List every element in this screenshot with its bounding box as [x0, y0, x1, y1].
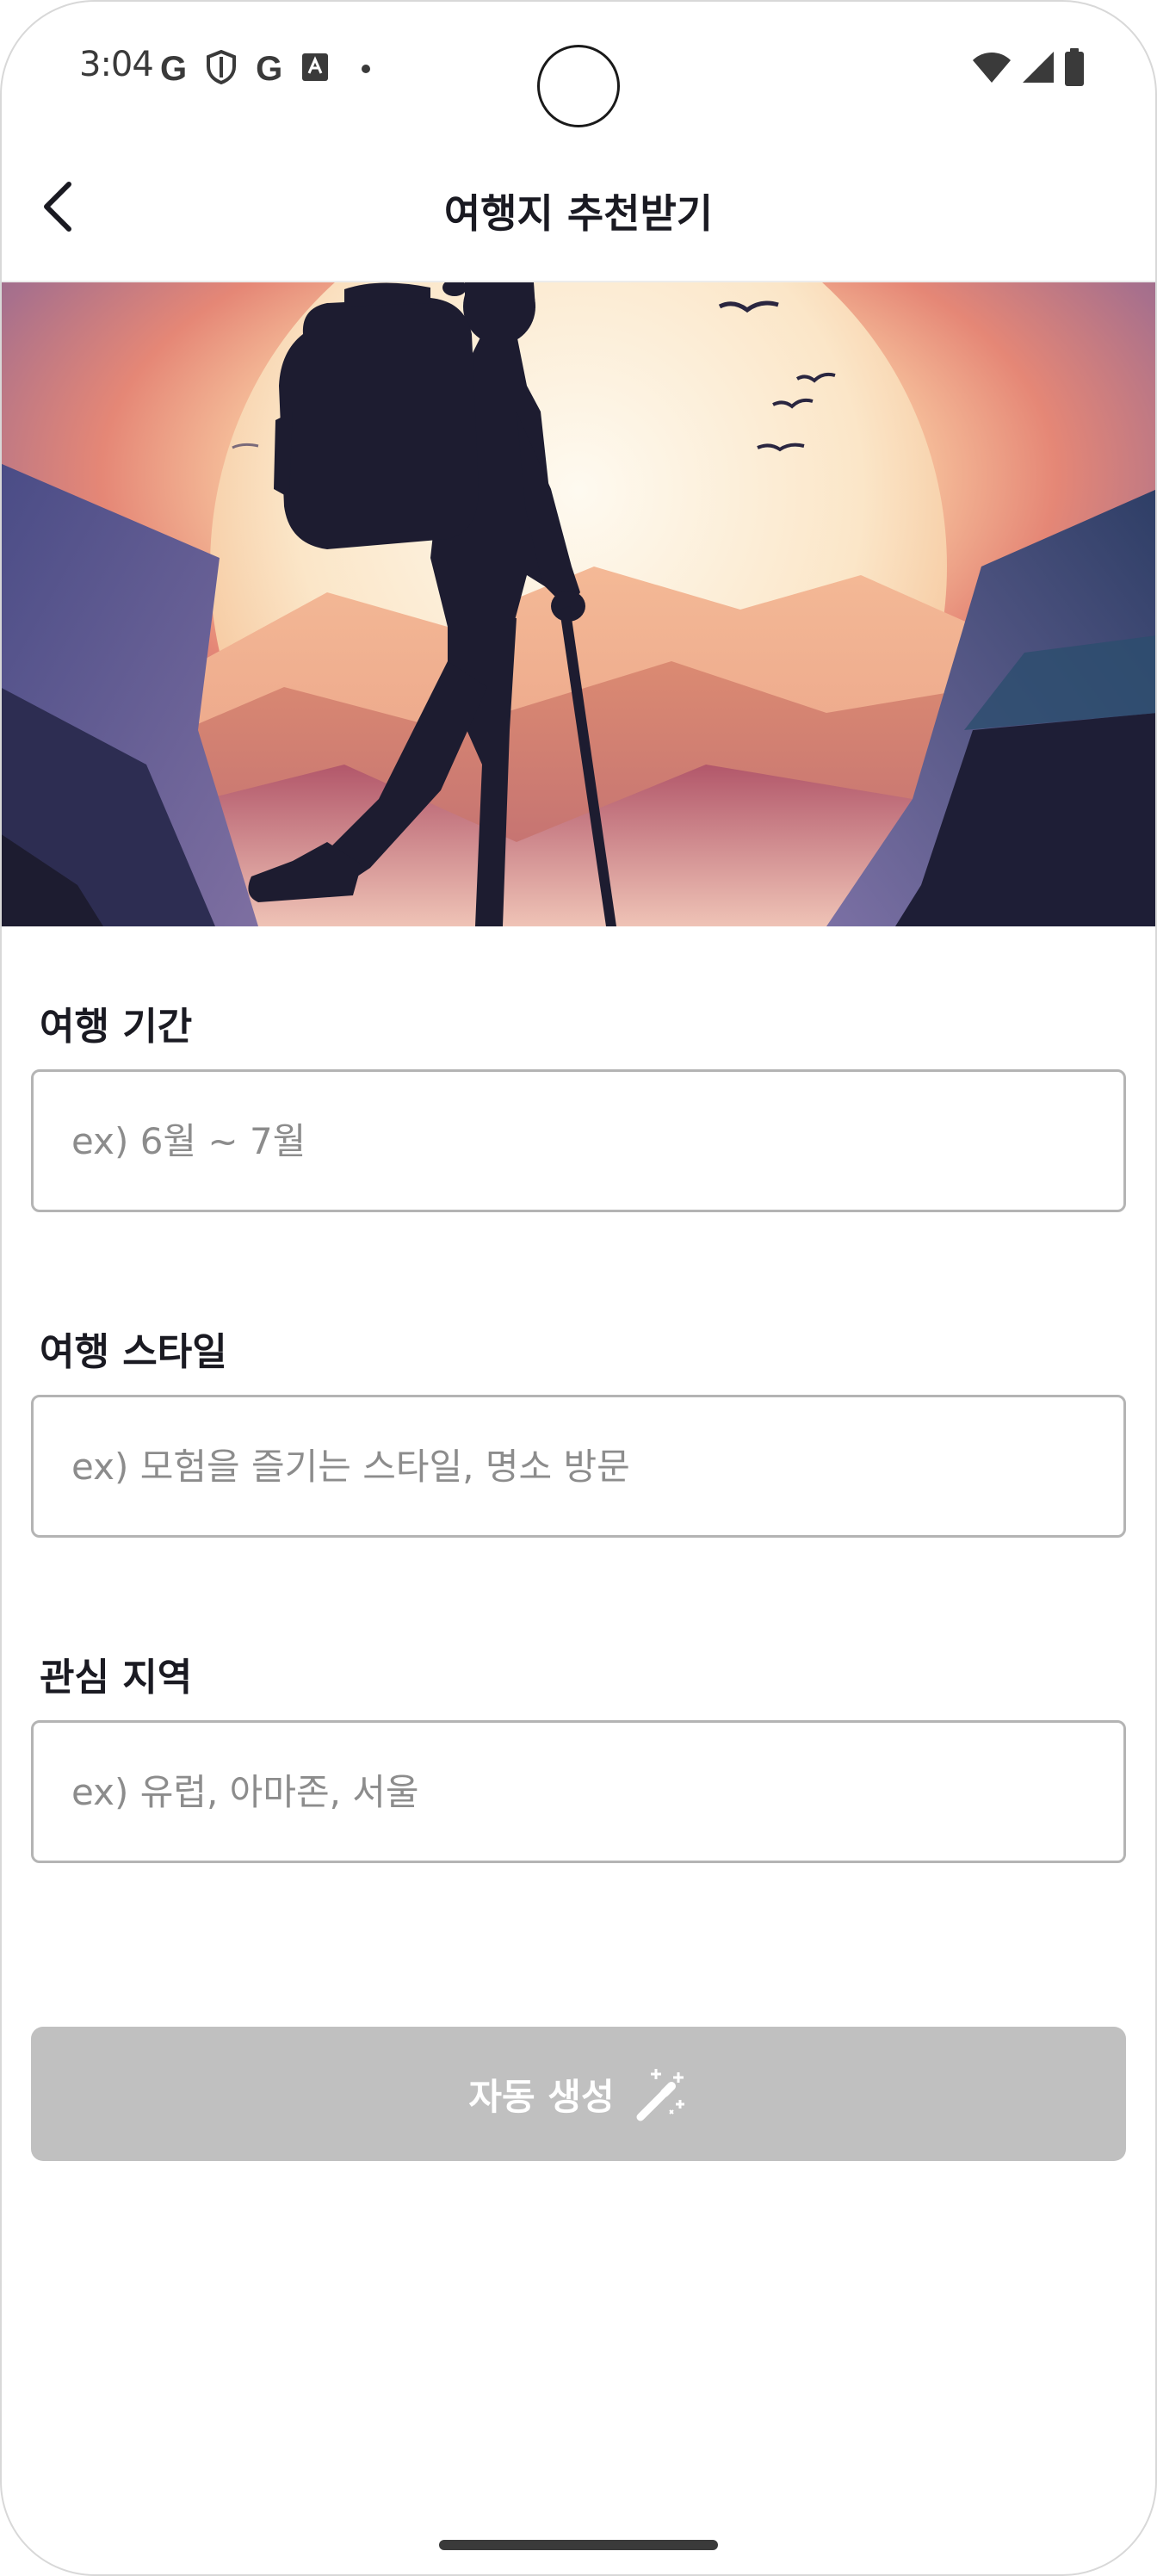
- app-bar: 여행지 추천받기: [0, 138, 1157, 282]
- dot-icon: [362, 65, 371, 73]
- status-time: 3:04: [79, 45, 154, 84]
- hero-image: [0, 282, 1157, 926]
- auto-generate-button[interactable]: 자동 생성: [31, 2027, 1126, 2161]
- travel-period-section: 여행 기간: [31, 995, 1126, 1219]
- system-icons: [971, 48, 1085, 90]
- battery-icon: [1064, 48, 1085, 90]
- travel-period-label: 여행 기간: [40, 1005, 193, 1049]
- region-of-interest-section: 관심 지역: [31, 1646, 1126, 1870]
- wifi-icon: [971, 50, 1012, 88]
- status-bar: 3:04 G G: [0, 0, 1157, 138]
- notification-icons: G G: [160, 49, 371, 88]
- region-of-interest-label: 관심 지역: [40, 1656, 193, 1700]
- travel-style-input[interactable]: [31, 1395, 1126, 1538]
- travel-period-input[interactable]: [31, 1069, 1126, 1212]
- google-g-icon: G: [256, 50, 283, 88]
- hiker-silhouette-illustration: [0, 282, 1157, 926]
- magic-wand-icon: [636, 2069, 684, 2121]
- google-g-icon: G: [160, 50, 188, 88]
- translate-icon: [301, 53, 329, 85]
- shield-icon: [206, 49, 237, 88]
- camera-cutout: [537, 45, 620, 127]
- travel-style-label: 여행 스타일: [40, 1330, 227, 1374]
- travel-style-section: 여행 스타일: [31, 1321, 1126, 1545]
- page-title: 여행지 추천받기: [443, 190, 714, 237]
- signal-icon: [1021, 50, 1055, 88]
- home-indicator: [439, 2540, 718, 2550]
- auto-generate-label: 자동 생성: [468, 2075, 615, 2118]
- region-of-interest-input[interactable]: [31, 1720, 1126, 1863]
